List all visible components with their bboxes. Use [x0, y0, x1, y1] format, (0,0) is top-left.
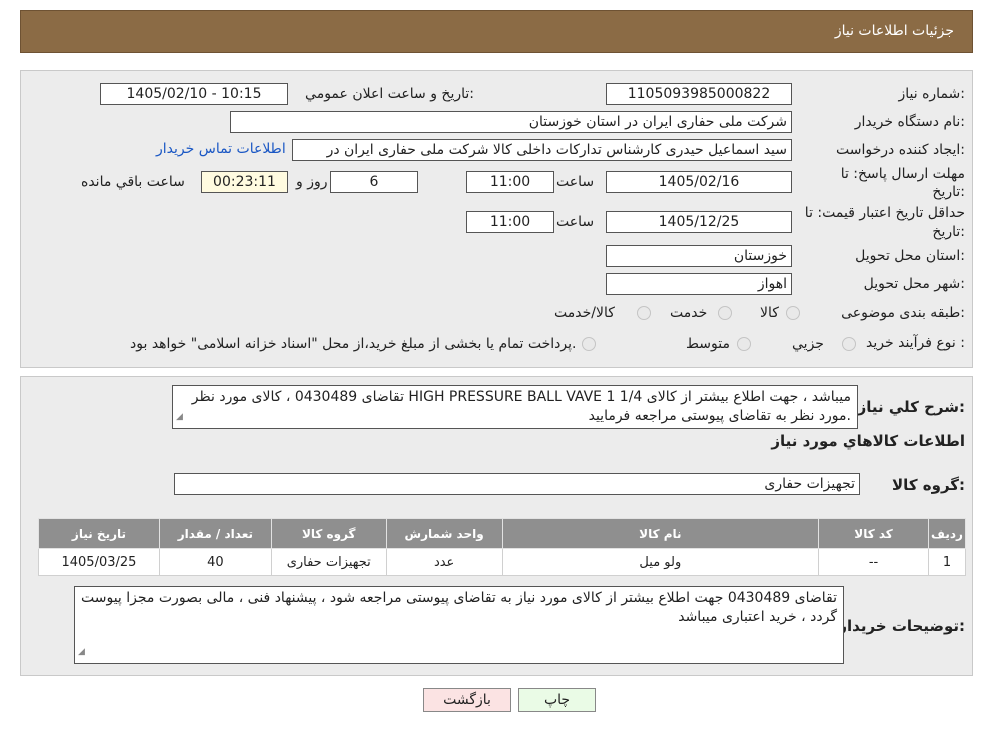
- buyer-contact-link[interactable]: اطلاعات تماس خريدار: [156, 141, 286, 157]
- deadline-date-field: 1405/02/16: [606, 171, 792, 193]
- goods-table: تاريخ نياز تعداد / مقدار گروه کالا واحد …: [38, 518, 967, 576]
- category-option-goods-service: کالا/خدمت: [554, 305, 615, 321]
- validity-label: حداقل تاريخ اعتبار قيمت: تا: [804, 205, 965, 221]
- validity-time-field: 11:00: [466, 211, 554, 233]
- page-title: جزئیات اطلاعات نیاز: [834, 23, 954, 39]
- buyer-label: نام دستگاه خريدار:: [854, 114, 965, 130]
- validity-time-label: ساعت: [556, 214, 595, 230]
- goods-group-field: تجهیزات حفاری: [174, 473, 860, 495]
- category-option-goods: کالا: [760, 305, 779, 321]
- table-row: 1405/03/25 40 تجهیزات حفاری عدد ولو میل …: [38, 548, 967, 576]
- need-number-label: شماره نیاز:: [898, 86, 965, 102]
- announce-date-field: 1405/02/10 - 10:15: [100, 83, 288, 105]
- creator-field: سید اسماعیل حیدری کارشناس تدارکات داخلی …: [292, 139, 792, 161]
- buyer-notes-text: تقاضای 0430489 جهت اطلاع بیشتر از کالای …: [74, 586, 844, 664]
- process-radio-minor[interactable]: [842, 337, 856, 351]
- col-goods-name: نام کالا: [501, 518, 820, 549]
- cell-row-number: 1: [927, 548, 967, 576]
- resize-grip-icon[interactable]: ◢: [176, 408, 183, 427]
- category-radio-service[interactable]: [718, 306, 732, 320]
- col-goods-group: گروه کالا: [270, 518, 387, 549]
- deadline-label-2: تاريخ:: [932, 184, 965, 200]
- buyer-field: شرکت ملی حفاری ایران در استان خوزستان: [230, 111, 792, 133]
- need-number-field: 1105093985000822: [606, 83, 792, 105]
- treasury-checkbox[interactable]: [582, 337, 596, 351]
- city-label: شهر محل تحويل:: [863, 276, 965, 292]
- cell-goods-name: ولو میل: [501, 548, 820, 576]
- province-field: خوزستان: [606, 245, 792, 267]
- deadline-time-field: 11:00: [466, 171, 554, 193]
- col-goods-code: کد کالا: [818, 518, 929, 549]
- announce-date-label: تاریخ و ساعت اعلان عمومي:: [305, 86, 474, 102]
- category-option-service: خدمت: [670, 305, 708, 321]
- process-label: نوع فرآيند خريد :: [866, 335, 965, 351]
- cell-need-date: 1405/03/25: [38, 548, 160, 576]
- treasury-note: پرداخت تمام یا بخشی از مبلغ خرید،از محل …: [130, 336, 577, 352]
- col-quantity: تعداد / مقدار: [158, 518, 272, 549]
- deadline-time-label: ساعت: [556, 174, 595, 190]
- cell-unit: عدد: [385, 548, 503, 576]
- summary-text: تقاضای 0430489 ، کالای مورد نظر HIGH PRE…: [172, 385, 858, 429]
- back-button[interactable]: بازگشت: [423, 688, 511, 712]
- table-header-row: تاريخ نياز تعداد / مقدار گروه کالا واحد …: [38, 518, 967, 549]
- cell-goods-code: --: [818, 548, 929, 576]
- cell-quantity: 40: [158, 548, 272, 576]
- validity-label-2: تاريخ:: [932, 224, 965, 240]
- page-header: جزئیات اطلاعات نیاز: [20, 10, 973, 53]
- col-unit: واحد شمارش: [385, 518, 503, 549]
- days-field: 6: [330, 171, 418, 193]
- summary-label: شرح کلي نياز:: [857, 398, 965, 416]
- creator-label: ايجاد کننده درخواست:: [836, 142, 965, 158]
- print-button[interactable]: چاپ: [518, 688, 596, 712]
- resize-grip-icon[interactable]: ◢: [78, 643, 85, 662]
- remaining-time-field: 00:23:11: [201, 171, 288, 193]
- cell-goods-group: تجهیزات حفاری: [270, 548, 387, 576]
- deadline-label: مهلت ارسال پاسخ: تا: [840, 166, 965, 182]
- goods-info-title: اطلاعات کالاهاي مورد نياز: [771, 432, 965, 450]
- goods-group-label: گروه کالا:: [892, 476, 965, 494]
- validity-date-field: 1405/12/25: [606, 211, 792, 233]
- remaining-time-label: ساعت باقي مانده: [81, 174, 185, 190]
- process-radio-medium[interactable]: [737, 337, 751, 351]
- buyer-notes-label: توضيحات خريدار:: [838, 617, 965, 635]
- buyer-notes-content: تقاضای 0430489 جهت اطلاع بیشتر از کالای …: [81, 590, 837, 625]
- category-label: طبقه بندی موضوعی:: [841, 305, 965, 321]
- process-option-medium: متوسط: [686, 336, 730, 352]
- col-row-number: رديف: [927, 518, 967, 549]
- category-radio-goods[interactable]: [786, 306, 800, 320]
- days-label: روز و: [296, 174, 328, 190]
- category-radio-goods-service[interactable]: [637, 306, 651, 320]
- col-need-date: تاريخ نياز: [38, 518, 160, 549]
- city-field: اهواز: [606, 273, 792, 295]
- summary-text-content: تقاضای 0430489 ، کالای مورد نظر HIGH PRE…: [191, 389, 851, 424]
- province-label: استان محل تحويل:: [855, 248, 965, 264]
- process-option-minor: جزيي: [792, 336, 824, 352]
